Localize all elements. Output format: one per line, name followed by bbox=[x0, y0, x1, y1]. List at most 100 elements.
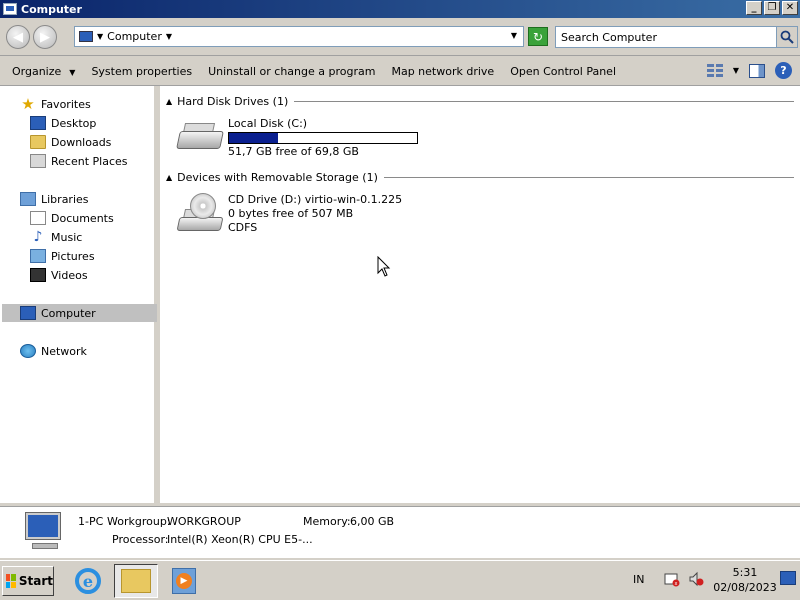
taskbar: Start e ▶ IN x 5:31 02/08/2023 bbox=[0, 560, 800, 600]
sidebar-item-label: Computer bbox=[41, 306, 96, 320]
group-header-label: Hard Disk Drives (1) bbox=[177, 94, 289, 108]
window-title: Computer bbox=[21, 2, 82, 16]
hard-disk-icon bbox=[176, 117, 224, 157]
group-header-hard-disk-drives[interactable]: ▲ Hard Disk Drives (1) bbox=[166, 94, 794, 108]
refresh-button[interactable]: ↻ bbox=[528, 27, 548, 46]
taskbar-media-player[interactable]: ▶ bbox=[162, 564, 206, 598]
capacity-bar-fill bbox=[229, 133, 278, 143]
explorer-folder-icon bbox=[121, 569, 151, 593]
details-pane: 1-PC Workgroup: WORKGROUP Memory: 6,00 G… bbox=[0, 506, 800, 558]
sidebar-item-label: Downloads bbox=[51, 135, 112, 149]
system-clock[interactable]: 5:31 02/08/2023 bbox=[712, 565, 778, 595]
search-button[interactable] bbox=[776, 26, 798, 48]
pictures-icon bbox=[30, 249, 46, 263]
computer-icon bbox=[79, 31, 93, 42]
sidebar-item-computer[interactable]: Computer bbox=[2, 304, 157, 322]
sidebar-item-downloads[interactable]: Downloads bbox=[30, 133, 111, 151]
collapse-caret-icon[interactable]: ▲ bbox=[166, 97, 172, 106]
cd-drive-icon bbox=[176, 193, 224, 233]
sidebar-item-favorites[interactable]: ★ Favorites bbox=[20, 95, 90, 113]
search-icon bbox=[780, 30, 794, 44]
sidebar-item-pictures[interactable]: Pictures bbox=[30, 247, 95, 265]
group-header-removable-storage[interactable]: ▲ Devices with Removable Storage (1) bbox=[166, 170, 794, 184]
title-bar: Computer _ ❐ ✕ bbox=[0, 0, 800, 18]
back-button[interactable]: ◀ bbox=[6, 25, 30, 49]
sidebar-item-label: Libraries bbox=[41, 192, 89, 206]
group-header-label: Devices with Removable Storage (1) bbox=[177, 170, 378, 184]
computer-icon bbox=[3, 3, 17, 15]
action-center-flag-icon[interactable]: x bbox=[664, 571, 680, 587]
address-bar[interactable]: ▼ Computer ▼ ▼ bbox=[74, 26, 524, 47]
drive-local-disk-c[interactable]: Local Disk (C:) 51,7 GB free of 69,8 GB bbox=[176, 117, 418, 159]
view-dropdown-icon[interactable]: ▼ bbox=[733, 66, 739, 75]
forward-button[interactable]: ▶ bbox=[33, 25, 57, 49]
change-view-icon[interactable] bbox=[706, 63, 723, 78]
breadcrumb-arrow-icon[interactable]: ▼ bbox=[97, 32, 103, 41]
music-note-icon: ♪ bbox=[33, 229, 43, 245]
recent-places-icon bbox=[30, 154, 46, 168]
computer-name: 1-PC bbox=[78, 515, 104, 528]
processor-label: Processor: bbox=[112, 533, 169, 546]
maximize-button[interactable]: ❐ bbox=[764, 1, 780, 15]
forward-arrow-icon: ▶ bbox=[40, 29, 50, 45]
computer-icon bbox=[20, 512, 64, 553]
documents-icon bbox=[30, 211, 46, 225]
map-network-drive-button[interactable]: Map network drive bbox=[383, 65, 502, 78]
start-label: Start bbox=[18, 574, 53, 588]
libraries-icon bbox=[20, 192, 36, 206]
svg-text:x: x bbox=[675, 581, 678, 587]
open-control-panel-button[interactable]: Open Control Panel bbox=[502, 65, 624, 78]
memory-value: 6,00 GB bbox=[350, 515, 395, 528]
address-dropdown-icon[interactable]: ▼ bbox=[511, 31, 517, 40]
organize-button[interactable]: Organize ▼ bbox=[0, 65, 83, 78]
system-properties-button[interactable]: System properties bbox=[83, 65, 200, 78]
start-button[interactable]: Start bbox=[2, 566, 54, 596]
group-divider bbox=[294, 100, 794, 102]
star-icon: ★ bbox=[21, 95, 35, 113]
sidebar-item-label: Pictures bbox=[51, 249, 95, 263]
sidebar-item-label: Recent Places bbox=[51, 154, 128, 168]
sidebar-item-desktop[interactable]: Desktop bbox=[30, 114, 96, 132]
preview-pane-icon[interactable] bbox=[749, 63, 765, 78]
workgroup-label: Workgroup: bbox=[107, 515, 171, 528]
language-indicator[interactable]: IN bbox=[633, 573, 644, 586]
drive-name: Local Disk (C:) bbox=[228, 117, 308, 130]
breadcrumb-chevron-icon[interactable]: ▼ bbox=[166, 32, 172, 41]
taskbar-windows-explorer[interactable] bbox=[114, 564, 158, 598]
sidebar-item-label: Videos bbox=[51, 268, 88, 282]
volume-muted-icon[interactable] bbox=[688, 571, 704, 587]
group-divider bbox=[383, 176, 794, 178]
sidebar-item-recent-places[interactable]: Recent Places bbox=[30, 152, 128, 170]
sidebar-item-label: Music bbox=[51, 230, 83, 244]
sidebar-item-documents[interactable]: Documents bbox=[30, 209, 114, 227]
sidebar-item-libraries[interactable]: Libraries bbox=[20, 190, 89, 208]
drive-free-space: 51,7 GB free of 69,8 GB bbox=[228, 145, 359, 158]
search-box[interactable] bbox=[555, 26, 798, 48]
uninstall-program-button[interactable]: Uninstall or change a program bbox=[200, 65, 383, 78]
back-arrow-icon: ◀ bbox=[13, 29, 23, 45]
downloads-folder-icon bbox=[30, 135, 46, 149]
sidebar-item-network[interactable]: Network bbox=[20, 342, 87, 360]
search-input[interactable] bbox=[561, 30, 771, 44]
memory-label: Memory: bbox=[303, 515, 351, 528]
close-button[interactable]: ✕ bbox=[782, 1, 798, 15]
media-player-icon: ▶ bbox=[172, 568, 196, 594]
mouse-cursor-icon bbox=[377, 256, 391, 277]
minimize-button[interactable]: _ bbox=[746, 1, 762, 15]
sidebar-item-label: Network bbox=[41, 344, 87, 358]
help-icon[interactable]: ? bbox=[775, 62, 792, 79]
collapse-caret-icon[interactable]: ▲ bbox=[166, 173, 172, 182]
drive-file-system: CDFS bbox=[228, 221, 258, 234]
drive-cd-d[interactable]: CD Drive (D:) virtio-win-0.1.225 0 bytes… bbox=[176, 193, 402, 235]
capacity-bar bbox=[228, 132, 418, 144]
taskbar-internet-explorer[interactable]: e bbox=[66, 564, 110, 598]
workgroup-value: WORKGROUP bbox=[167, 515, 241, 528]
sidebar-item-music[interactable]: ♪ Music bbox=[30, 228, 83, 246]
clock-time: 5:31 bbox=[732, 566, 758, 579]
breadcrumb-computer[interactable]: Computer bbox=[107, 30, 162, 43]
desktop-icon bbox=[30, 116, 46, 130]
internet-explorer-icon: e bbox=[75, 568, 101, 594]
processor-value: Intel(R) Xeon(R) CPU E5-... bbox=[167, 533, 313, 546]
show-desktop-icon[interactable] bbox=[780, 571, 796, 585]
sidebar-item-videos[interactable]: Videos bbox=[30, 266, 88, 284]
